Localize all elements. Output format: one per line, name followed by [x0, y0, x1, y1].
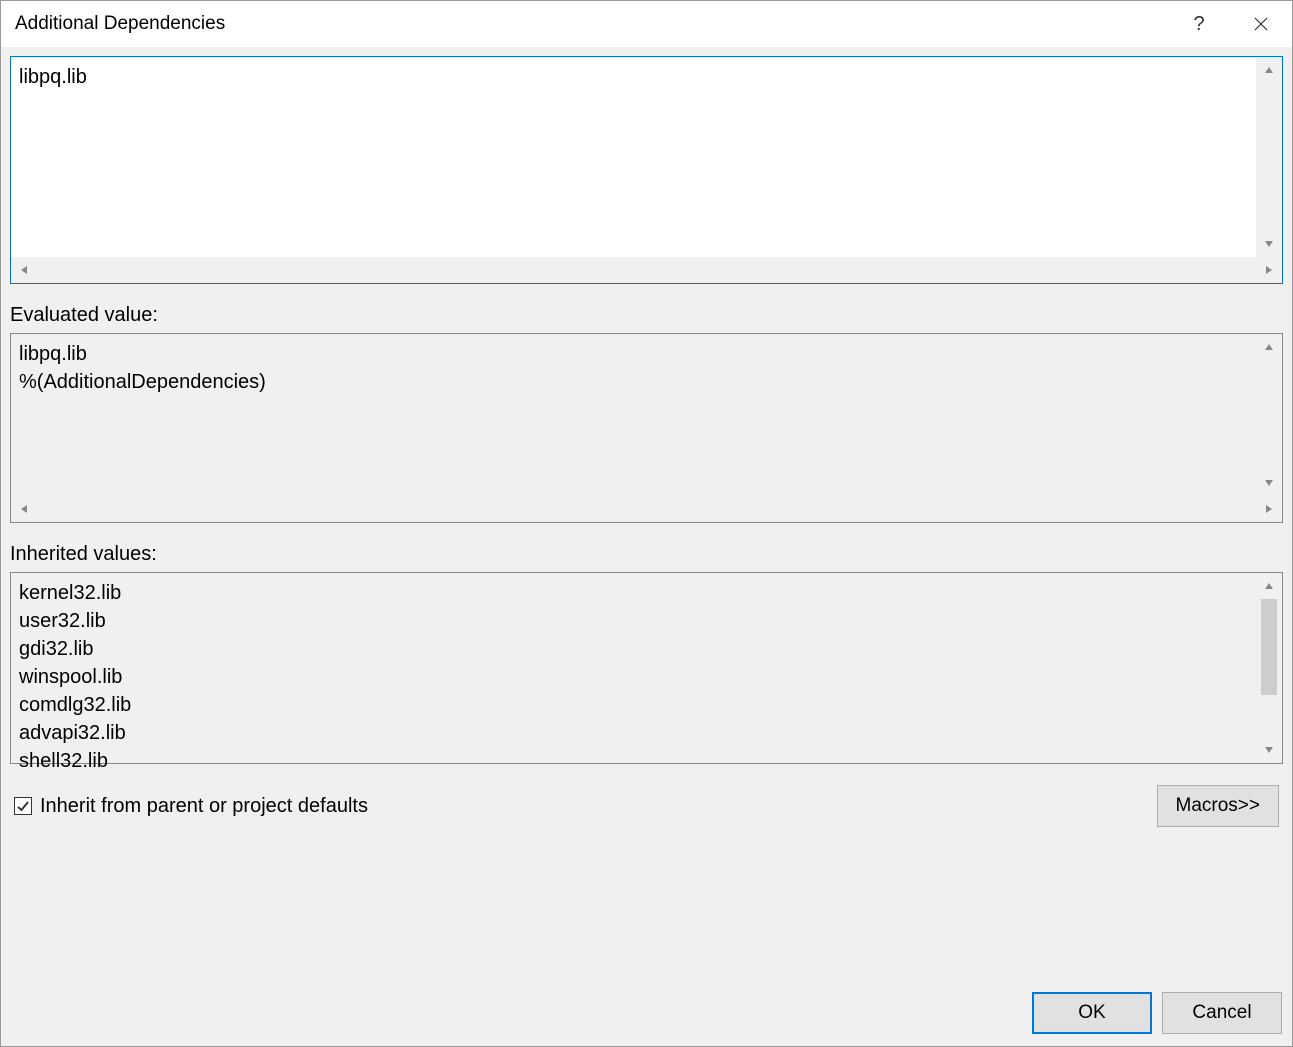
inherited-values-label: Inherited values:	[10, 543, 1283, 566]
chevron-left-icon	[11, 257, 37, 283]
chevron-down-icon	[1256, 231, 1282, 257]
chevron-down-icon	[1256, 470, 1282, 496]
ok-button[interactable]: OK	[1032, 992, 1152, 1034]
chevron-right-icon	[1256, 257, 1282, 283]
evaluated-value-area: libpq.lib %(AdditionalDependencies)	[11, 334, 1282, 496]
cancel-button[interactable]: Cancel	[1162, 992, 1282, 1034]
chevron-up-icon	[1256, 57, 1282, 83]
titlebar: Additional Dependencies ?	[1, 1, 1292, 47]
chevron-right-icon	[1256, 496, 1282, 522]
footer-row: Inherit from parent or project defaults …	[10, 778, 1283, 834]
evaluated-value-label: Evaluated value:	[10, 304, 1283, 327]
chevron-down-icon	[1256, 737, 1282, 763]
chevron-left-icon	[11, 496, 37, 522]
editor-vertical-scrollbar[interactable]	[1256, 57, 1282, 257]
inherited-values-area: kernel32.lib user32.lib gdi32.lib winspo…	[11, 573, 1282, 763]
help-button[interactable]: ?	[1168, 1, 1230, 47]
evaluated-value-text: libpq.lib %(AdditionalDependencies)	[11, 334, 1256, 496]
dependencies-editor-area: libpq.lib	[11, 57, 1282, 257]
chevron-up-icon	[1256, 573, 1282, 599]
inherit-checkbox-wrap[interactable]: Inherit from parent or project defaults	[14, 795, 368, 818]
macros-button[interactable]: Macros>>	[1157, 785, 1279, 827]
chevron-up-icon	[1256, 334, 1282, 360]
evaluated-vertical-scrollbar[interactable]	[1256, 334, 1282, 496]
editor-horizontal-scrollbar[interactable]	[11, 257, 1282, 283]
dialog: Additional Dependencies ? libpq.lib Eval…	[0, 0, 1293, 1047]
inherited-values-list: kernel32.lib user32.lib gdi32.lib winspo…	[11, 573, 1256, 763]
inherit-checkbox-label: Inherit from parent or project defaults	[40, 795, 368, 818]
evaluated-value-group: libpq.lib %(AdditionalDependencies)	[10, 333, 1283, 523]
inherit-checkbox[interactable]	[14, 797, 32, 815]
inherited-values-group: kernel32.lib user32.lib gdi32.lib winspo…	[10, 572, 1283, 764]
dialog-buttons-row: OK Cancel	[1, 986, 1292, 1046]
inherited-vertical-scrollbar[interactable]	[1256, 573, 1282, 763]
close-button[interactable]	[1230, 1, 1292, 47]
content-area: libpq.lib Evaluated value: libpq.lib %(A…	[1, 47, 1292, 986]
checkmark-icon	[16, 799, 30, 813]
dialog-title: Additional Dependencies	[15, 13, 1168, 35]
evaluated-horizontal-scrollbar[interactable]	[11, 496, 1282, 522]
scrollbar-thumb[interactable]	[1261, 599, 1277, 695]
dependencies-editor-group: libpq.lib	[10, 56, 1283, 284]
close-icon	[1254, 17, 1268, 31]
dependencies-input[interactable]: libpq.lib	[11, 57, 1256, 257]
